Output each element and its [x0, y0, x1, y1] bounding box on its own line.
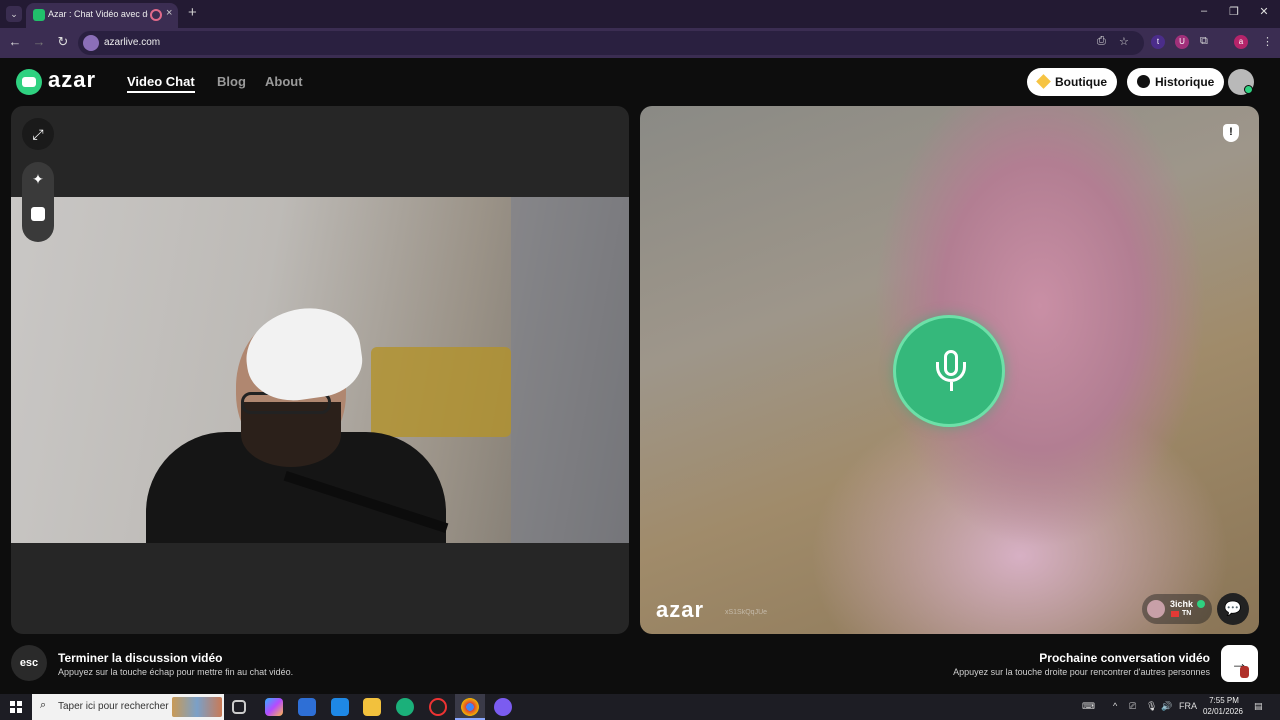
nav-about[interactable]: About	[265, 74, 303, 89]
nav-video-chat[interactable]: Video Chat	[127, 74, 195, 93]
new-tab-button[interactable]: +	[188, 4, 197, 21]
end-chat-title: Terminer la discussion vidéo	[58, 651, 223, 665]
background-window	[511, 197, 629, 543]
input-language[interactable]: FRA	[1179, 701, 1197, 711]
self-video-panel: ⤢ ✦	[11, 106, 629, 634]
taskbar-search-placeholder: Taper ici pour rechercher	[58, 701, 169, 712]
microphone-button[interactable]	[893, 315, 1005, 427]
effects-toolbar: ✦	[22, 162, 54, 242]
mail-icon[interactable]	[331, 698, 349, 716]
tab-search-icon[interactable]: ⌄	[6, 6, 22, 22]
keyboard-layout-icon[interactable]: ⌨	[1082, 701, 1095, 712]
taskbar-time[interactable]: 7:55 PM	[1203, 696, 1245, 705]
remote-username: 3ichk	[1170, 599, 1194, 609]
file-explorer-icon[interactable]	[363, 698, 381, 716]
volume-icon[interactable]: 🔊	[1161, 701, 1172, 712]
background-cushion	[371, 347, 511, 437]
search-highlight-image	[172, 697, 222, 717]
expand-icon[interactable]: ⤢	[22, 118, 54, 150]
face-filter-icon[interactable]	[22, 196, 54, 230]
address-bar: ← → ↻ azarlive.com ⎙ ☆ t U ⧉ a ⋮	[0, 28, 1280, 58]
forward-icon[interactable]: →	[31, 34, 47, 49]
url-field[interactable]: azarlive.com	[78, 31, 1144, 55]
restore-icon[interactable]: ❐	[1224, 5, 1244, 18]
taskbar-search-box[interactable]: ⌕ Taper ici pour rechercher	[32, 694, 224, 720]
remote-country: TN	[1182, 610, 1192, 617]
gem-icon	[1036, 74, 1051, 90]
extension-shield-icon[interactable]: U	[1175, 35, 1189, 49]
historique-label: Historique	[1155, 75, 1215, 89]
mouse-cursor-icon	[1240, 666, 1249, 678]
esc-key-button[interactable]: esc	[11, 645, 47, 681]
notifications-icon[interactable]: ▤	[1254, 701, 1263, 712]
report-shield-icon[interactable]: !	[1223, 124, 1239, 142]
bookmark-star-icon[interactable]: ☆	[1119, 35, 1129, 48]
azar-favicon-icon	[33, 9, 45, 21]
tab-close-icon[interactable]: ×	[166, 7, 172, 19]
store-icon[interactable]	[298, 698, 316, 716]
azar-page: azar Video Chat Blog About Boutique Hist…	[0, 58, 1280, 694]
browser-tab-bar: ⌄ Azar : Chat Vidéo avec de n × + – ❐ ✕	[0, 0, 1280, 28]
next-chat-subtitle: Appuyez sur la touche droite pour rencon…	[953, 667, 1210, 677]
chat-bubble-icon[interactable]: 💬	[1217, 593, 1249, 625]
end-chat-subtitle: Appuyez sur la touche échap pour mettre …	[58, 667, 294, 677]
azar-logo-text[interactable]: azar	[48, 67, 96, 93]
reload-icon[interactable]: ↻	[55, 34, 71, 50]
extension-t-icon[interactable]: t	[1151, 35, 1165, 49]
remote-azar-watermark: azar	[656, 597, 705, 622]
boutique-label: Boutique	[1055, 75, 1107, 89]
site-info-icon[interactable]	[83, 35, 99, 51]
recording-icon	[150, 9, 162, 21]
close-window-icon[interactable]: ✕	[1254, 5, 1274, 18]
obs-icon[interactable]	[429, 698, 447, 716]
online-status-icon	[1244, 85, 1253, 94]
edge-icon[interactable]	[396, 698, 414, 716]
sparkle-effects-icon[interactable]: ✦	[22, 162, 54, 196]
self-camera-feed	[11, 197, 629, 543]
install-app-icon[interactable]: ⎙	[1097, 35, 1106, 48]
verified-icon	[1197, 600, 1205, 608]
windows-start-icon[interactable]	[10, 701, 22, 713]
nav-blog[interactable]: Blog	[217, 74, 246, 89]
remote-session-id: xS1SkQqJUe	[725, 609, 768, 616]
next-chat-title: Prochaine conversation vidéo	[1039, 651, 1210, 665]
remote-video-panel: ! azar xS1SkQqJUe 3ichk TN 💬	[640, 106, 1259, 634]
boutique-button[interactable]: Boutique	[1027, 68, 1117, 96]
clock-icon	[1137, 75, 1150, 89]
minimize-icon[interactable]: –	[1194, 5, 1214, 17]
historique-button[interactable]: Historique	[1127, 68, 1225, 96]
remote-user-chip[interactable]: 3ichk TN	[1142, 594, 1212, 624]
remote-user-avatar	[1147, 600, 1165, 618]
browser-menu-icon[interactable]: ⋮	[1262, 35, 1273, 48]
discord-icon[interactable]	[494, 698, 512, 716]
windows-taskbar: ⌕ Taper ici pour rechercher ⌨ ^ ⎚ 🎙 🔊 FR…	[0, 694, 1280, 720]
azar-logo-icon[interactable]	[16, 69, 42, 95]
profile-icon[interactable]: a	[1234, 35, 1248, 49]
extensions-puzzle-icon[interactable]: ⧉	[1200, 35, 1208, 48]
network-icon[interactable]: ⎚	[1129, 701, 1136, 712]
tray-overflow-icon[interactable]: ^	[1113, 701, 1117, 711]
copilot-icon[interactable]	[265, 698, 283, 716]
taskbar-date[interactable]: 02/01/2026	[1200, 707, 1246, 716]
chrome-icon[interactable]	[461, 698, 479, 716]
tunisia-flag-icon	[1171, 611, 1179, 617]
microphone-icon-leg	[950, 382, 953, 391]
tab-title: Azar : Chat Vidéo avec de n	[48, 9, 148, 19]
microphone-icon-cup	[936, 362, 966, 382]
back-icon[interactable]: ←	[7, 34, 23, 49]
url-text: azarlive.com	[104, 37, 161, 48]
task-view-icon[interactable]	[232, 700, 246, 714]
browser-tab[interactable]: Azar : Chat Vidéo avec de n ×	[26, 3, 178, 28]
search-icon: ⌕	[40, 699, 47, 711]
microphone-tray-icon[interactable]: 🎙	[1146, 701, 1157, 712]
